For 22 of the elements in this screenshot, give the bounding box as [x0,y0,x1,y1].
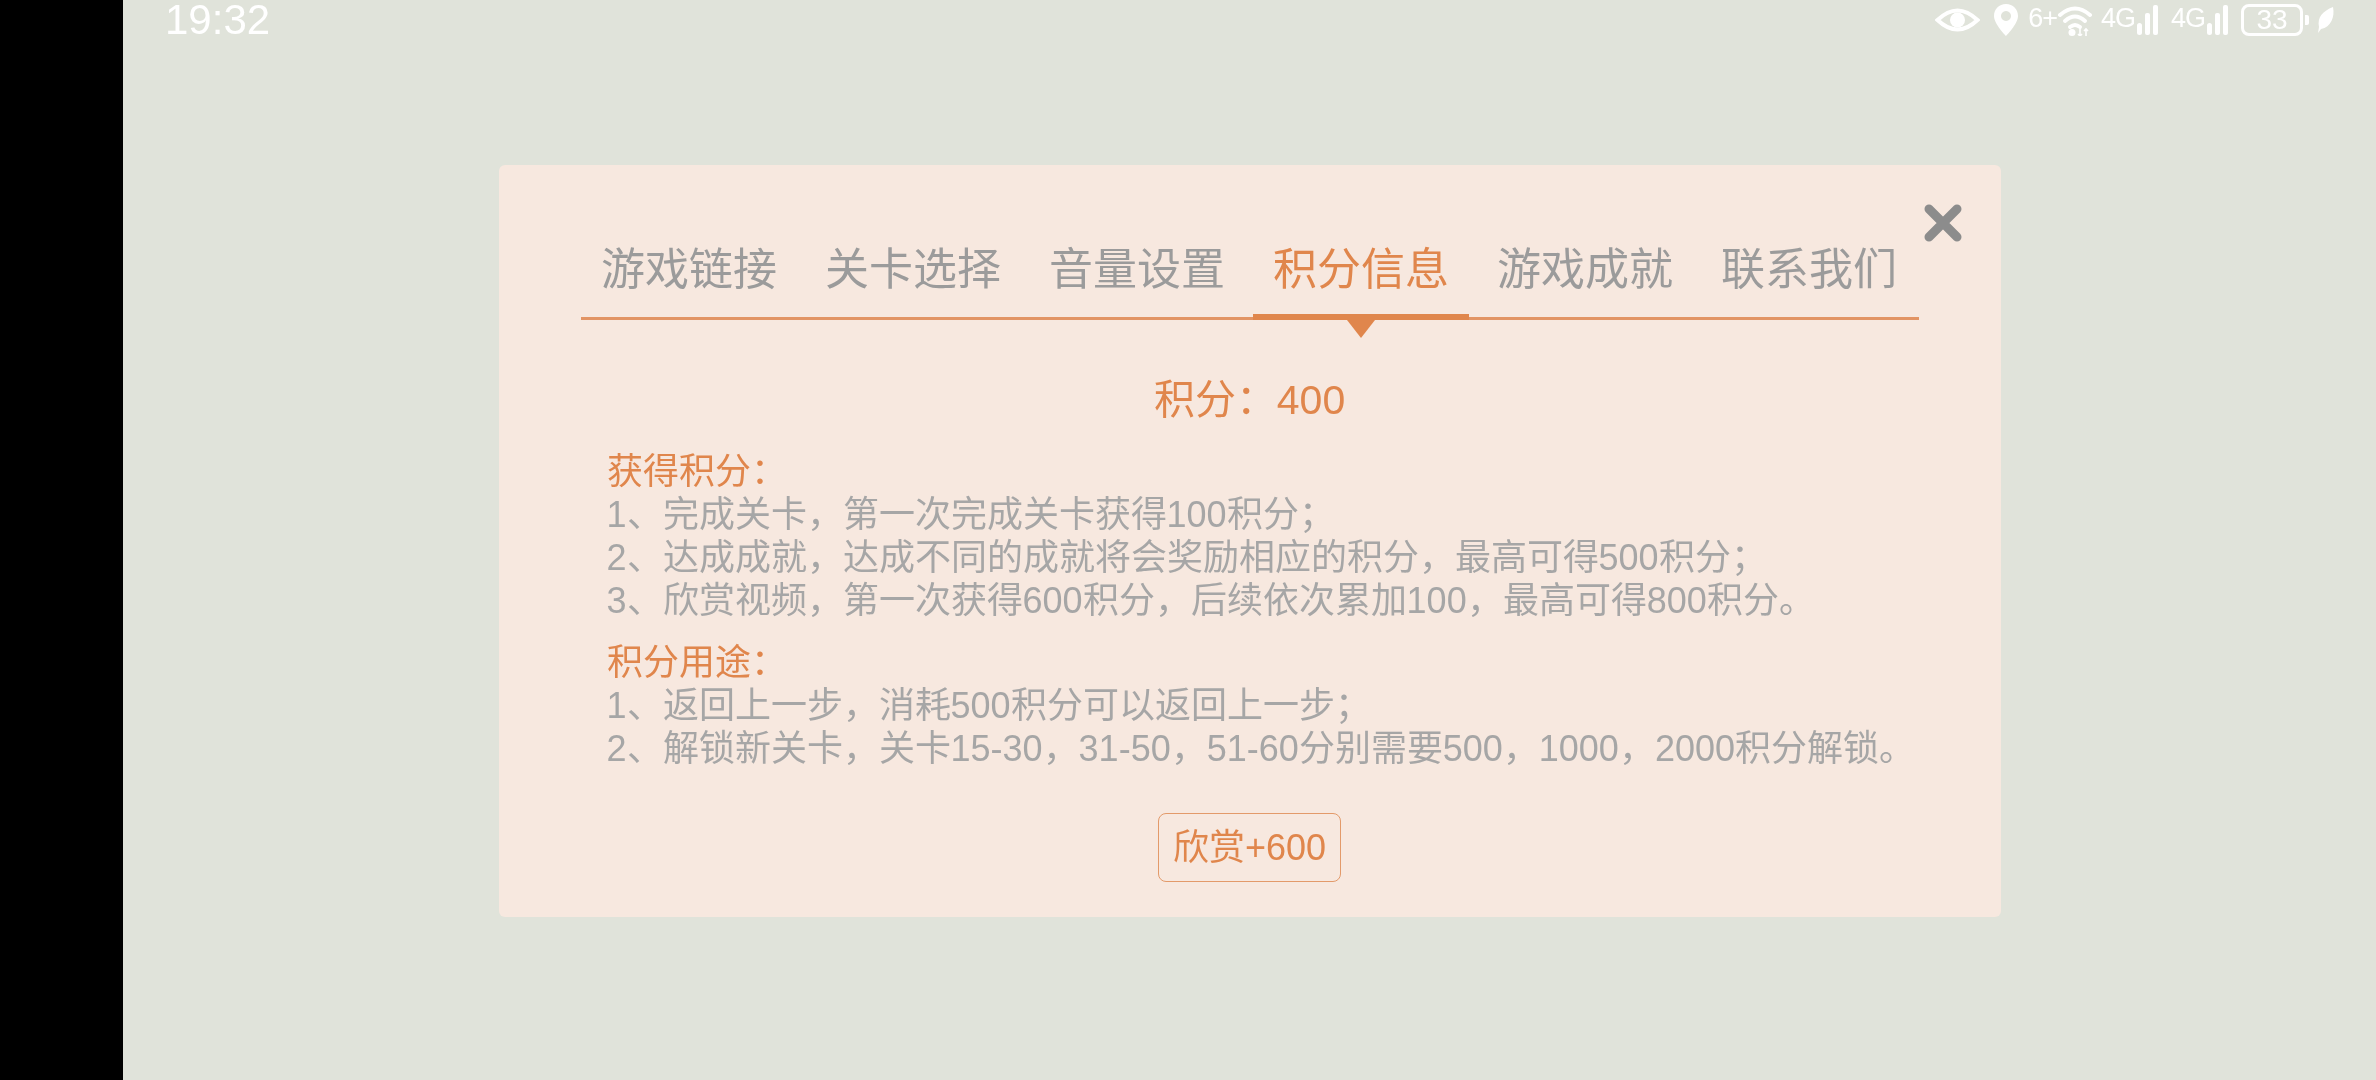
tab[interactable]: 联系我们 [1700,243,1917,320]
leaf-icon [2317,7,2335,33]
rule-text: 1、完成关卡，第一次完成关卡获得100积分； [606,493,1336,536]
score-label: 积分：400 [1152,376,1347,425]
section-heading: 获得积分： [606,450,788,493]
location-pin-icon [1994,4,2019,36]
tab[interactable]: 关卡选择 [804,243,1021,320]
section-heading: 积分用途： [606,641,788,684]
rule-text: 3、欣赏视频，第一次获得600积分，后续依次累加100，最高可得800积分。 [606,579,1816,622]
signal-bars-icon [2207,5,2229,35]
rule-text: 2、解锁新关卡，关卡15-30，31-50，51-60分别需要500，1000，2000积分解锁。 [606,727,1916,770]
tab[interactable]: 积分信息 [1252,243,1469,320]
rule-text: 2、达成成就，达成不同的成就将会奖励相应的积分，最高可得500积分； [606,536,1768,579]
tab[interactable]: 音量设置 [1028,243,1245,320]
signal-bars-icon [2136,5,2159,35]
rule-text: 1、返回上一步，消耗500积分可以返回上一步； [606,684,1372,727]
eye-icon [1935,6,1981,34]
watch-video-button[interactable]: 欣赏+600 [1157,813,1342,882]
wifi-icon [2056,4,2093,36]
tab-pointer-icon [1346,320,1375,338]
tab[interactable]: 游戏链接 [580,243,797,320]
tab[interactable]: 游戏成就 [1476,243,1693,320]
